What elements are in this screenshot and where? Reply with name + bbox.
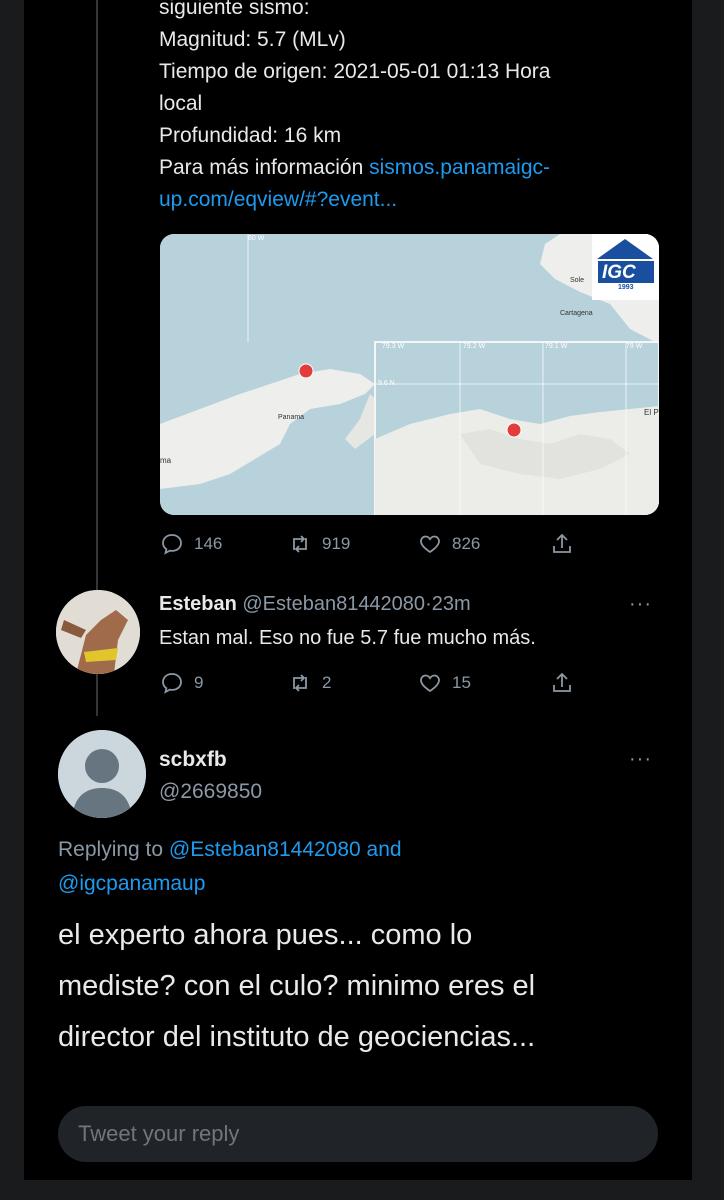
- tweet-line: local: [159, 92, 203, 115]
- like-count: 15: [452, 673, 471, 692]
- reply-icon: [162, 673, 182, 694]
- replying-and: and: [360, 838, 402, 861]
- reply-text-line: mediste? con el culo? minimo eres el: [58, 970, 536, 1002]
- default-avatar-icon: [58, 730, 146, 818]
- retweet-count: 919: [322, 534, 351, 553]
- handle[interactable]: @Esteban81442080: [242, 593, 425, 615]
- share-icon: [553, 672, 571, 692]
- original-tweet-actions: 146 919 826: [160, 529, 580, 559]
- retweet-count: 2: [322, 673, 332, 692]
- avatar[interactable]: [58, 730, 146, 818]
- map-label: Cartagena: [560, 310, 593, 317]
- reply-action[interactable]: 146: [160, 532, 222, 556]
- timestamp[interactable]: 23m: [432, 593, 471, 615]
- share-icon: [553, 533, 571, 553]
- tweet-thread: siguiente sismo: Magnitud: 5.7 (MLv) Tie…: [24, 0, 692, 1180]
- original-tweet-text: siguiente sismo: Magnitud: 5.7 (MLv) Tie…: [159, 0, 659, 216]
- tweet-line: Profundidad: 16 km: [159, 124, 342, 147]
- like-action[interactable]: 15: [418, 671, 471, 695]
- tweet-reply-input[interactable]: Tweet your reply: [58, 1106, 658, 1162]
- reply1-actions: 9 2 15: [160, 668, 580, 698]
- reply-count: 146: [194, 534, 223, 553]
- handle[interactable]: @2669850: [159, 780, 262, 804]
- mention-link[interactable]: @Esteban81442080: [169, 838, 361, 861]
- more-options-button[interactable]: ···: [629, 593, 652, 616]
- replying-to: Replying to @Esteban81442080 and: [58, 833, 402, 867]
- avatar[interactable]: [56, 590, 140, 674]
- tweet-line: Tiempo de origen: 2021-05-01 01:13 Hora: [159, 60, 551, 83]
- retweet-icon: [293, 535, 307, 553]
- event-link-continued[interactable]: up.com/eqview/#?event...: [159, 184, 659, 216]
- display-name[interactable]: scbxfb: [159, 748, 227, 772]
- more-info-prefix: Para más información: [159, 156, 370, 179]
- map-label: 79.2 W: [463, 343, 486, 350]
- heart-icon: [420, 674, 440, 693]
- avatar-photo: [56, 590, 140, 674]
- map-graphic: [160, 234, 659, 515]
- replying-to-prefix: Replying to: [58, 838, 169, 861]
- reply1-text: Estan mal. Eso no fue 5.7 fue mucho más.: [159, 627, 536, 649]
- more-info-line: Para más información sismos.panamaigc-: [159, 152, 659, 184]
- event-link[interactable]: sismos.panamaigc-: [369, 156, 550, 179]
- map-label: 79.1 W: [545, 343, 568, 350]
- tweet-line: Magnitud: 5.7 (MLv): [159, 28, 346, 51]
- retweet-action[interactable]: 919: [288, 532, 350, 556]
- retweet-action[interactable]: 2: [288, 671, 331, 695]
- reply-text-line: director del instituto de geociencias...: [58, 1021, 536, 1053]
- display-name[interactable]: Esteban: [159, 593, 237, 615]
- tweet-line: siguiente sismo:: [159, 0, 310, 19]
- retweet-icon: [293, 674, 307, 692]
- share-action[interactable]: [550, 671, 574, 695]
- separator: ·: [425, 593, 432, 615]
- more-options-button[interactable]: ···: [629, 748, 652, 771]
- reply-icon: [162, 534, 182, 555]
- map-label: Panama: [278, 414, 305, 421]
- like-action[interactable]: 826: [418, 532, 480, 556]
- reply2-text: el experto ahora pues... como lo mediste…: [58, 910, 678, 1063]
- map-label: IGC: [602, 262, 636, 283]
- like-count: 826: [452, 534, 481, 553]
- mention-link[interactable]: @igcpanamaup: [58, 867, 205, 901]
- map-label: 1993: [618, 284, 634, 291]
- earthquake-map-image[interactable]: IGC 1993 80 W Sole Cartagena Panama ma 7…: [160, 234, 659, 515]
- map-label: 9.6 N: [378, 380, 395, 387]
- map-label: 79 W: [626, 343, 643, 350]
- map-label: El P: [644, 408, 659, 417]
- map-label: 79.3 W: [382, 343, 405, 350]
- reply-text-line: el experto ahora pues... como lo: [58, 919, 473, 951]
- reply1-header: Esteban @Esteban81442080·23m: [159, 593, 471, 616]
- heart-icon: [420, 535, 440, 554]
- reply-action[interactable]: 9: [160, 671, 203, 695]
- share-action[interactable]: [550, 532, 574, 556]
- reply-count: 9: [194, 673, 204, 692]
- map-label: 80 W: [248, 235, 265, 242]
- map-label: ma: [160, 456, 172, 465]
- map-label: Sole: [570, 277, 585, 284]
